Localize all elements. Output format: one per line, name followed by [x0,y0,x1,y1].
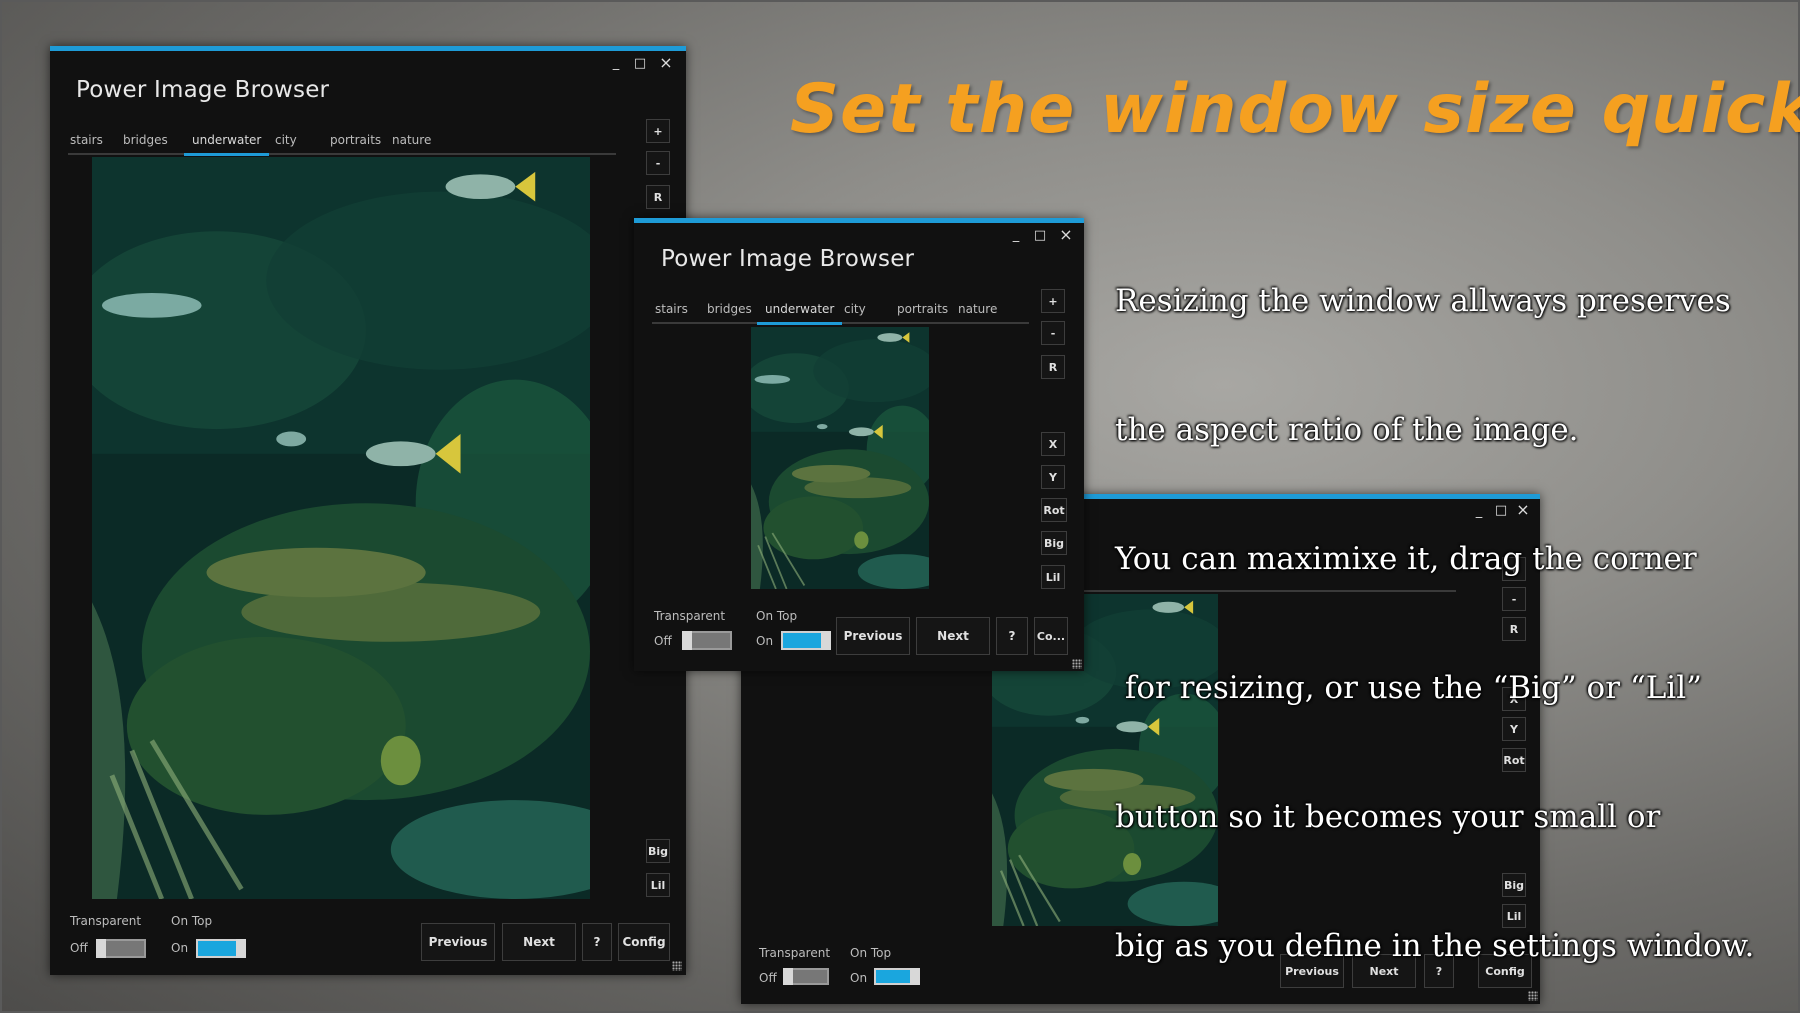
headline: Set the window size quickly [790,70,1800,149]
on-top-toggle[interactable] [196,939,246,958]
flip-x-button[interactable]: X [1041,432,1065,456]
on-top-label: On Top [756,609,798,623]
transparent-state: Off [654,634,672,648]
toggle-knob [96,939,106,958]
tab-city[interactable]: city [844,302,866,316]
zoom-in-button[interactable]: + [1041,289,1065,313]
help-button[interactable]: ? [996,617,1028,655]
tab-portraits[interactable]: portraits [897,302,948,316]
tab-stairs[interactable]: stairs [70,133,103,147]
zoom-in-button[interactable]: + [646,119,670,143]
on-top-toggle[interactable] [874,968,920,985]
config-button[interactable]: Co... [1034,617,1068,655]
transparent-toggle[interactable] [682,631,732,650]
close-icon[interactable]: × [1058,227,1074,243]
maximize-icon[interactable]: □ [1032,229,1048,243]
toggle-knob [783,968,793,985]
app-window-small: _ □ × Power Image Browser stairs bridges… [634,218,1084,671]
lil-button[interactable]: Lil [1041,565,1065,589]
minimize-icon[interactable]: _ [1008,229,1024,243]
next-button[interactable]: Next [916,617,990,655]
resize-grip-icon[interactable] [1072,659,1082,669]
minimize-icon[interactable]: _ [608,57,624,71]
window-title: Power Image Browser [76,77,330,103]
on-top-label: On Top [850,946,892,960]
underwater-photo [92,157,590,899]
transparent-label: Transparent [759,946,831,960]
lil-button[interactable]: Lil [646,873,670,897]
close-icon[interactable]: × [658,55,674,71]
description-line: the aspect ratio of the image. [1115,412,1579,448]
image-view[interactable] [92,157,590,899]
description-text: Resizing the window allways preserves th… [1115,194,1795,1011]
previous-button[interactable]: Previous [421,923,495,961]
tab-stairs[interactable]: stairs [655,302,688,316]
on-top-state: On [171,941,189,955]
tab-nature[interactable]: nature [958,302,997,316]
maximize-icon[interactable]: □ [632,57,648,71]
transparent-state: Off [70,941,88,955]
config-button[interactable]: Config [618,923,670,961]
zoom-out-button[interactable]: - [646,151,670,175]
underwater-photo [751,327,929,589]
transparent-label: Transparent [654,609,726,623]
window-title: Power Image Browser [661,246,915,272]
toggle-knob [821,631,831,650]
image-view[interactable] [751,327,929,589]
on-top-toggle[interactable] [781,631,831,650]
big-button[interactable]: Big [1041,531,1067,555]
flip-y-button[interactable]: Y [1041,465,1065,489]
previous-button[interactable]: Previous [836,617,910,655]
next-button[interactable]: Next [502,923,576,961]
tab-city[interactable]: city [275,133,297,147]
app-window-large: _ □ × Power Image Browser stairs bridges… [50,46,686,975]
toggle-knob [910,968,920,985]
help-button[interactable]: ? [582,923,612,961]
description-line: Resizing the window allways preserves [1115,283,1731,319]
transparent-toggle[interactable] [96,939,146,958]
reset-button[interactable]: R [646,185,670,209]
description-line: button so it becomes your small or [1115,799,1661,835]
description-line: You can maximixe it, drag the corner [1115,541,1697,577]
zoom-out-button[interactable]: - [1041,321,1065,345]
resize-grip-icon[interactable] [672,961,682,971]
toggle-knob [682,631,692,650]
description-line: big as you define in the settings window… [1115,928,1755,964]
tab-bridges[interactable]: bridges [123,133,168,147]
tab-underwater[interactable]: underwater [183,133,270,156]
tab-bar: stairs bridges underwater city portraits… [652,298,1029,325]
tab-nature[interactable]: nature [392,133,431,147]
reset-button[interactable]: R [1041,355,1065,379]
big-button[interactable]: Big [646,839,670,863]
tab-underwater[interactable]: underwater [756,302,843,325]
tab-bridges[interactable]: bridges [707,302,752,316]
on-top-state: On [756,634,774,648]
on-top-label: On Top [171,914,213,928]
transparent-toggle[interactable] [783,968,829,985]
transparent-label: Transparent [70,914,142,928]
transparent-state: Off [759,971,777,985]
tab-bar: stairs bridges underwater city portraits… [68,129,616,156]
tab-portraits[interactable]: portraits [330,133,381,147]
description-line: for resizing, or use the “Big” or “Lil” [1115,670,1702,706]
toggle-knob [236,939,246,958]
rotate-button[interactable]: Rot [1041,498,1067,522]
on-top-state: On [850,971,868,985]
